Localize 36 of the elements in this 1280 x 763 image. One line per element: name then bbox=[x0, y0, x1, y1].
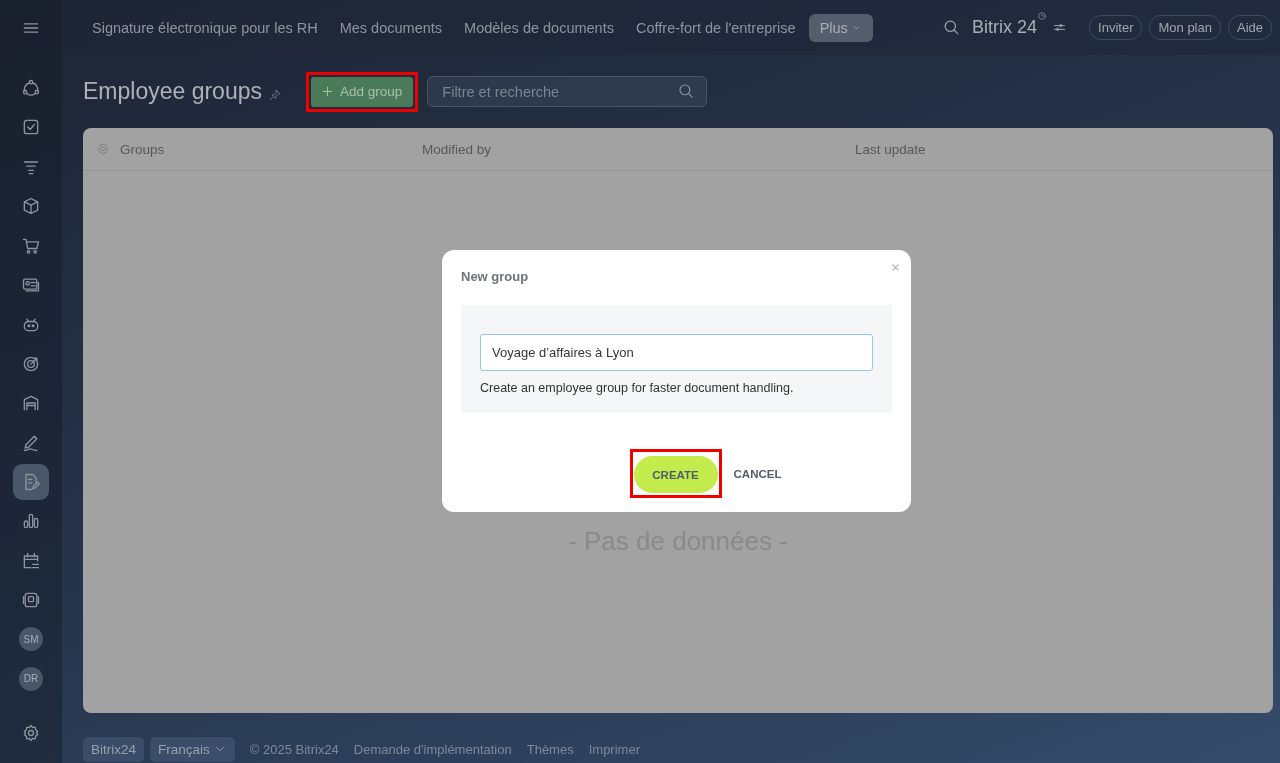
page-title: Employee groups bbox=[83, 78, 262, 105]
calendar-icon bbox=[21, 550, 41, 571]
logo: Bitrix 24 bbox=[972, 17, 1038, 38]
footer-link[interactable]: Demande d'implémentation bbox=[353, 741, 512, 757]
settings-icon[interactable] bbox=[21, 723, 41, 743]
top-button[interactable]: Inviter bbox=[1089, 15, 1143, 40]
avatar[interactable]: DR bbox=[19, 666, 43, 691]
column-header[interactable]: Modified by bbox=[422, 141, 855, 157]
nodes-icon bbox=[21, 78, 41, 98]
column-header[interactable]: Last update bbox=[855, 141, 926, 157]
nav-tab[interactable]: Coffre-fort de l'entreprise bbox=[624, 13, 807, 42]
copyright-text: © 2025 Bitrix24 bbox=[249, 741, 339, 757]
nav-tab[interactable]: Plus bbox=[808, 13, 873, 42]
hint-text: Create an employee group for faster document handling. bbox=[480, 381, 795, 395]
add-group-button[interactable]: Add group bbox=[311, 76, 414, 107]
name-input-field[interactable]: Voyage d’affaires à Lyon bbox=[480, 334, 873, 371]
clock-icon bbox=[1037, 11, 1048, 21]
nav-tab[interactable]: Mes documents bbox=[328, 13, 454, 42]
create-button[interactable]: CREATE bbox=[633, 456, 718, 493]
search-field[interactable]: Filtre et recherche bbox=[427, 76, 708, 107]
box-icon bbox=[21, 196, 41, 217]
plus-icon bbox=[320, 84, 335, 99]
language-selector[interactable]: Français bbox=[150, 736, 235, 762]
brand-button[interactable]: Bitrix24 bbox=[83, 736, 144, 762]
avatar[interactable]: SM bbox=[19, 627, 43, 652]
cancel-button[interactable]: CANCEL bbox=[727, 461, 788, 486]
dialog-title: New group bbox=[461, 269, 530, 286]
top-button[interactable]: Aide bbox=[1227, 15, 1272, 40]
nav-tab[interactable]: Modèles de documents bbox=[453, 13, 625, 42]
column-header[interactable]: Groups bbox=[120, 141, 422, 157]
footer-link[interactable]: Imprimer bbox=[588, 741, 640, 757]
nav-tab[interactable]: Signature électronique pour les RH bbox=[81, 13, 329, 42]
top-button[interactable]: Mon plan bbox=[1149, 15, 1221, 40]
footer-link[interactable]: Thèmes bbox=[526, 741, 574, 757]
sidebar-item[interactable] bbox=[13, 463, 49, 500]
pin-icon bbox=[268, 87, 282, 102]
